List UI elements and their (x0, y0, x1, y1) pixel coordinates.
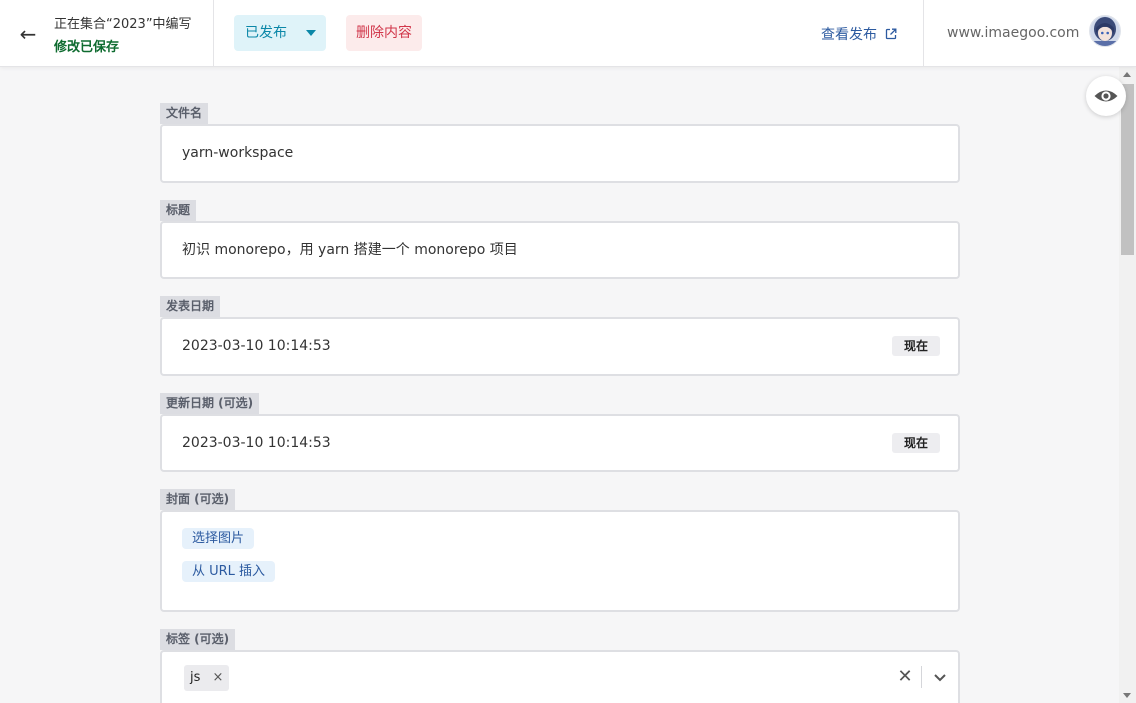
header-divider (213, 0, 214, 67)
chevron-down-icon[interactable] (932, 672, 948, 684)
avatar-image (1090, 16, 1120, 46)
clear-tags-icon[interactable]: ✕ (896, 666, 914, 688)
tag-chip-label: js (190, 670, 201, 685)
delete-content-button[interactable]: 删除内容 (346, 15, 422, 51)
arrow-left-icon: ← (19, 22, 37, 46)
filename-label: 文件名 (160, 103, 209, 124)
top-bar: ← 正在集合“2023”中编写 修改已保存 已发布 删除内容 查看发布 www.… (0, 0, 1136, 67)
filename-field[interactable]: yarn-workspace (160, 124, 960, 183)
saved-status-text: 修改已保存 (54, 40, 120, 55)
scroll-down-arrow-icon[interactable] (1123, 693, 1131, 698)
title-value: 初识 monorepo，用 yarn 搭建一个 monorepo 项目 (182, 242, 518, 258)
publish-date-label: 发表日期 (160, 296, 221, 317)
view-published-link[interactable]: 查看发布 (821, 24, 897, 44)
title-field[interactable]: 初识 monorepo，用 yarn 搭建一个 monorepo 项目 (160, 221, 960, 279)
avatar[interactable] (1089, 15, 1121, 47)
tag-remove-icon[interactable]: × (213, 670, 224, 685)
insert-from-url-button[interactable]: 从 URL 插入 (182, 561, 276, 582)
back-button[interactable]: ← (14, 20, 42, 48)
preview-toggle-button[interactable] (1086, 76, 1126, 116)
external-link-icon (886, 28, 897, 40)
publish-date-value: 2023-03-10 10:14:53 (182, 338, 331, 354)
update-date-field[interactable]: 2023-03-10 10:14:53 现在 (160, 414, 960, 472)
tags-separator (921, 666, 922, 688)
update-date-label: 更新日期 (可选) (160, 393, 260, 414)
tag-chip: js × (184, 665, 230, 691)
cover-label: 封面 (可选) (160, 489, 236, 510)
view-published-label: 查看发布 (821, 27, 877, 43)
tags-field[interactable]: js × ✕ (160, 650, 960, 703)
scroll-up-arrow-icon[interactable] (1123, 72, 1131, 77)
choose-image-button[interactable]: 选择图片 (182, 528, 255, 549)
publish-status-label: 已发布 (245, 25, 287, 41)
tags-label: 标签 (可选) (160, 629, 236, 650)
eye-icon (1094, 90, 1118, 102)
caret-down-icon (306, 30, 316, 36)
page-scrollbar[interactable] (1119, 67, 1136, 703)
filename-value: yarn-workspace (182, 145, 294, 161)
cover-field: 选择图片 从 URL 插入 (160, 510, 960, 612)
publish-date-now-button[interactable]: 现在 (892, 336, 940, 356)
scroll-thumb[interactable] (1121, 84, 1134, 255)
title-label: 标题 (160, 200, 197, 221)
site-name: www.imaegoo.com (947, 25, 1080, 41)
publish-date-field[interactable]: 2023-03-10 10:14:53 现在 (160, 317, 960, 376)
update-date-value: 2023-03-10 10:14:53 (182, 435, 331, 451)
header-divider (923, 0, 924, 67)
publish-status-dropdown[interactable]: 已发布 (234, 15, 326, 51)
editing-status-text: 正在集合“2023”中编写 (54, 17, 192, 32)
update-date-now-button[interactable]: 现在 (892, 433, 940, 453)
